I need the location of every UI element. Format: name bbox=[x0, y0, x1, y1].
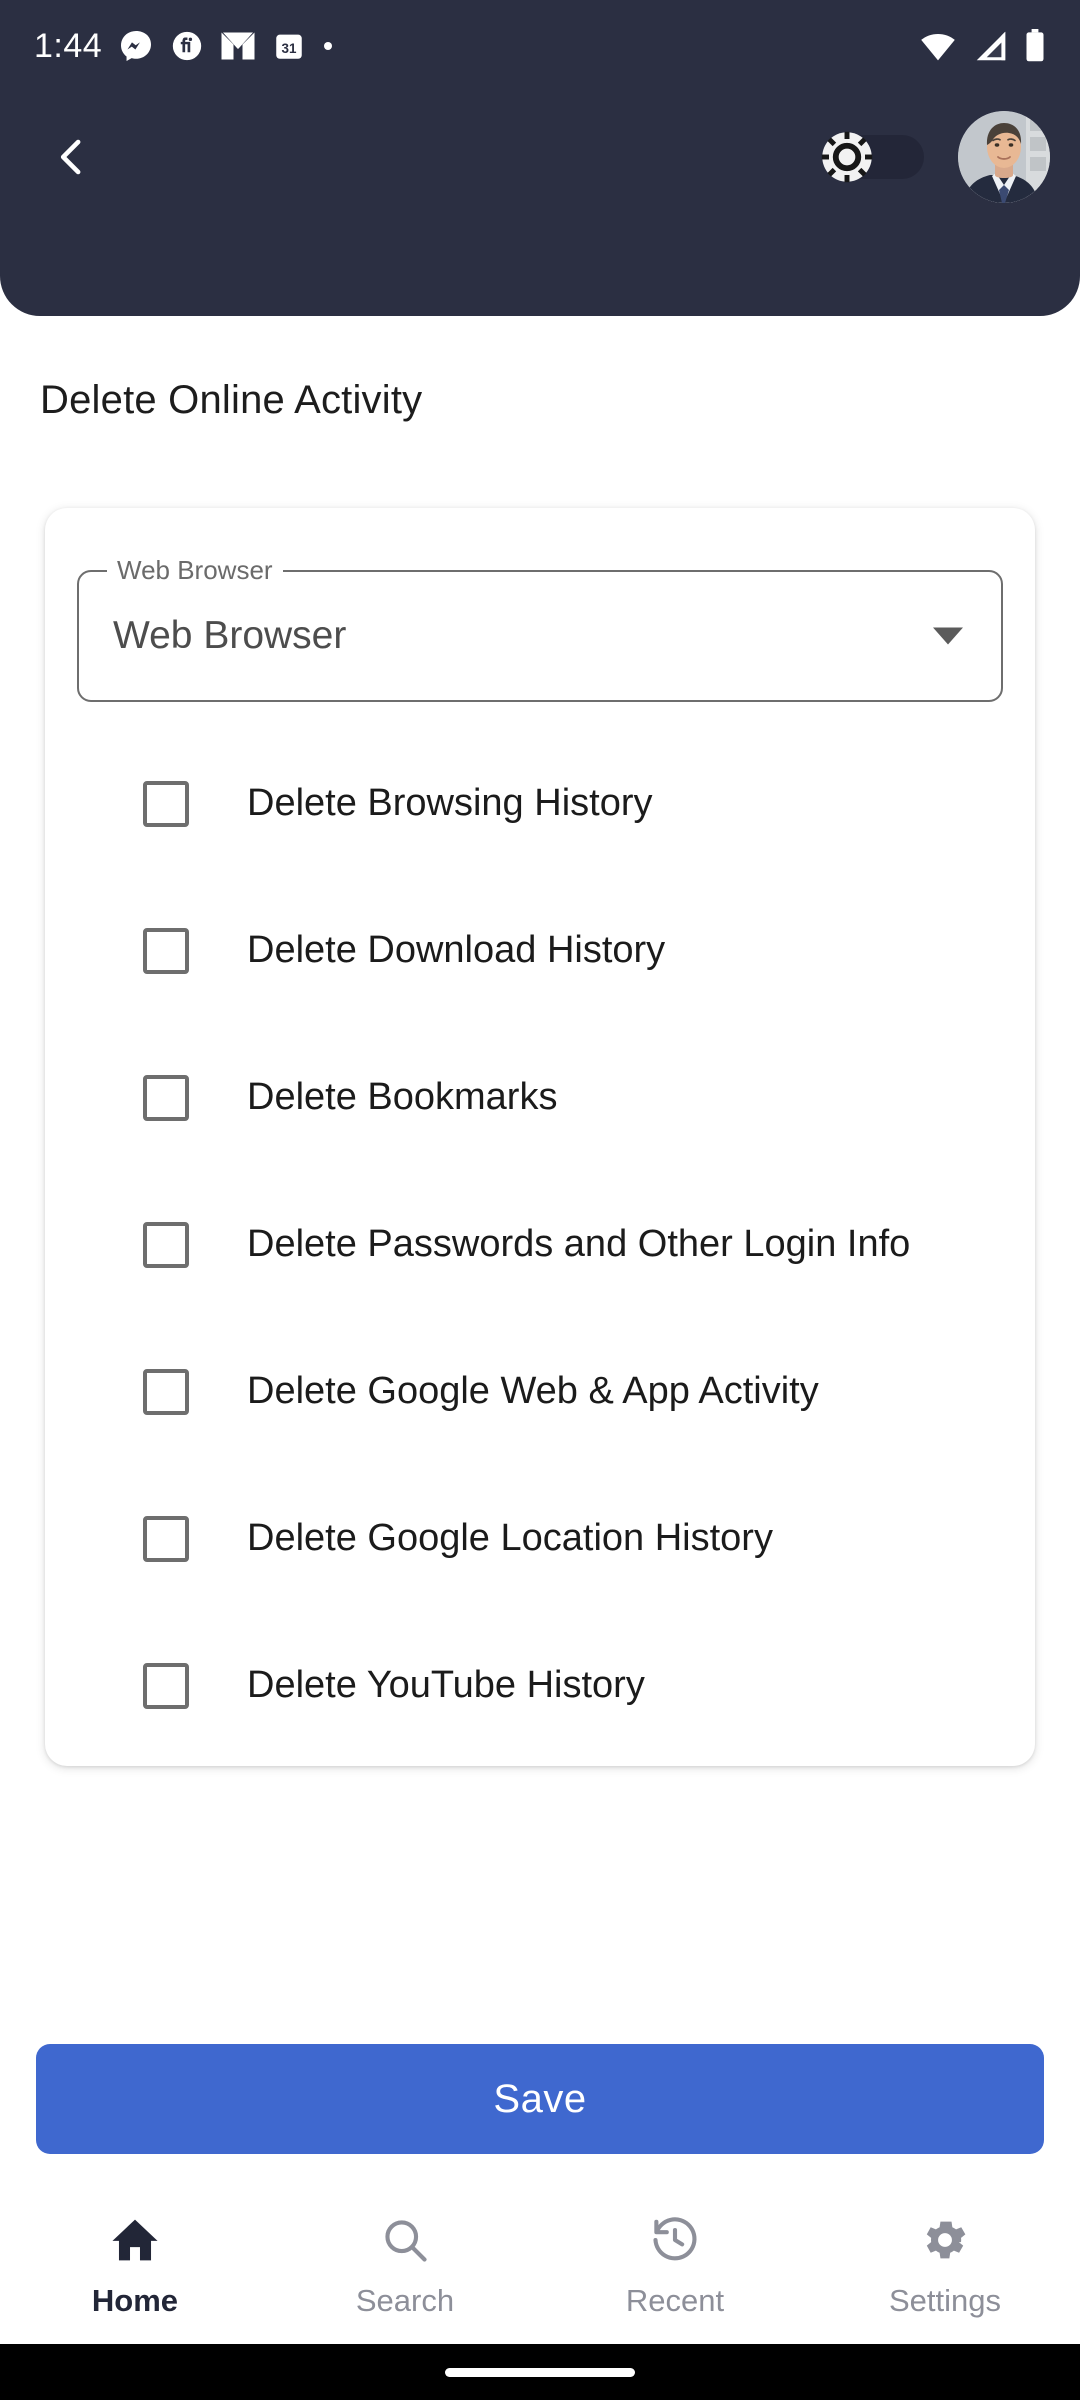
checkbox-delete-browsing-history[interactable] bbox=[143, 780, 189, 827]
battery-icon bbox=[1024, 29, 1046, 63]
checkbox-label: Delete YouTube History bbox=[247, 1664, 645, 1706]
brightness-sun-icon bbox=[820, 130, 874, 184]
list-item[interactable]: Delete Google Location History bbox=[45, 1465, 1035, 1612]
list-item[interactable]: Delete YouTube History bbox=[45, 1612, 1035, 1759]
fiverr-icon bbox=[170, 29, 204, 63]
nav-label: Recent bbox=[625, 2283, 725, 2318]
chevron-left-icon bbox=[60, 139, 81, 175]
svg-text:31: 31 bbox=[282, 41, 297, 56]
cellular-signal-icon bbox=[972, 30, 1010, 62]
system-gesture-bar bbox=[0, 2344, 1080, 2400]
search-icon bbox=[379, 2214, 431, 2271]
notification-dot-icon bbox=[322, 40, 334, 52]
list-item[interactable]: Delete Browsing History bbox=[45, 730, 1035, 877]
select-label-notch: Web Browser bbox=[107, 554, 283, 585]
chevron-down-icon[interactable] bbox=[933, 627, 963, 645]
select-value: Web Browser bbox=[113, 614, 347, 657]
checkbox-delete-bookmarks[interactable] bbox=[143, 1074, 189, 1121]
messenger-icon bbox=[118, 28, 154, 64]
gear-icon bbox=[919, 2214, 971, 2271]
status-bar-left: 1:44 31 bbox=[34, 27, 334, 66]
checkbox-list: Delete Browsing History Delete Download … bbox=[45, 730, 1035, 1759]
list-item[interactable]: Delete Download History bbox=[45, 877, 1035, 1024]
nav-item-search[interactable]: Search bbox=[280, 2214, 530, 2319]
checkbox-delete-passwords[interactable] bbox=[143, 1221, 189, 1268]
status-bar-right bbox=[918, 29, 1046, 63]
home-icon bbox=[109, 2214, 161, 2271]
nav-item-home[interactable]: Home bbox=[10, 2214, 260, 2319]
status-bar: 1:44 31 bbox=[0, 0, 1080, 92]
checkbox-delete-google-web-app-activity[interactable] bbox=[143, 1368, 189, 1415]
theme-toggle[interactable] bbox=[821, 131, 924, 183]
profile-avatar[interactable] bbox=[958, 111, 1050, 203]
checkbox-label: Delete Download History bbox=[247, 929, 666, 971]
checkbox-label: Delete Google Location History bbox=[247, 1517, 773, 1559]
web-browser-select[interactable]: Web Browser Web Browser bbox=[77, 555, 1003, 702]
select-floating-label: Web Browser bbox=[117, 554, 273, 585]
delete-activity-card: Web Browser Web Browser Delete Browsing … bbox=[45, 508, 1035, 1766]
list-item[interactable]: Delete Passwords and Other Login Info bbox=[45, 1171, 1035, 1318]
list-item[interactable]: Delete Bookmarks bbox=[45, 1024, 1035, 1171]
gesture-pill[interactable] bbox=[445, 2367, 635, 2377]
nav-label: Settings bbox=[888, 2283, 1001, 2318]
checkbox-delete-youtube-history[interactable] bbox=[143, 1662, 189, 1709]
status-bar-clock: 1:44 bbox=[34, 26, 103, 65]
checkbox-label: Delete Browsing History bbox=[247, 782, 653, 824]
nav-item-recent[interactable]: Recent bbox=[550, 2214, 800, 2319]
nav-label: Home bbox=[91, 2283, 179, 2318]
nav-item-settings[interactable]: Settings bbox=[820, 2214, 1070, 2319]
wifi-icon bbox=[918, 30, 958, 62]
history-clock-icon bbox=[649, 2214, 701, 2271]
app-header: 1:44 31 bbox=[0, 0, 1080, 316]
checkbox-delete-google-location-history[interactable] bbox=[143, 1515, 189, 1562]
list-item[interactable]: Delete Google Web & App Activity bbox=[45, 1318, 1035, 1465]
calendar-icon: 31 bbox=[272, 29, 306, 63]
checkbox-label: Delete Google Web & App Activity bbox=[247, 1370, 819, 1412]
checkbox-delete-download-history[interactable] bbox=[143, 927, 189, 974]
save-button[interactable]: Save bbox=[36, 2044, 1044, 2154]
app-bar bbox=[0, 92, 1080, 222]
bottom-navigation: Home Search Recent Settings bbox=[0, 2196, 1080, 2344]
nav-label: Search bbox=[355, 2283, 455, 2318]
gmail-icon bbox=[220, 31, 256, 61]
checkbox-label: Delete Bookmarks bbox=[247, 1076, 558, 1118]
page-title: Delete Online Activity bbox=[40, 378, 423, 422]
checkbox-label: Delete Passwords and Other Login Info bbox=[247, 1223, 911, 1265]
app-bar-actions bbox=[821, 111, 1050, 203]
app-screen: 1:44 31 Delete Online Activity Web Brows… bbox=[0, 0, 1080, 2400]
back-button[interactable] bbox=[32, 117, 112, 197]
